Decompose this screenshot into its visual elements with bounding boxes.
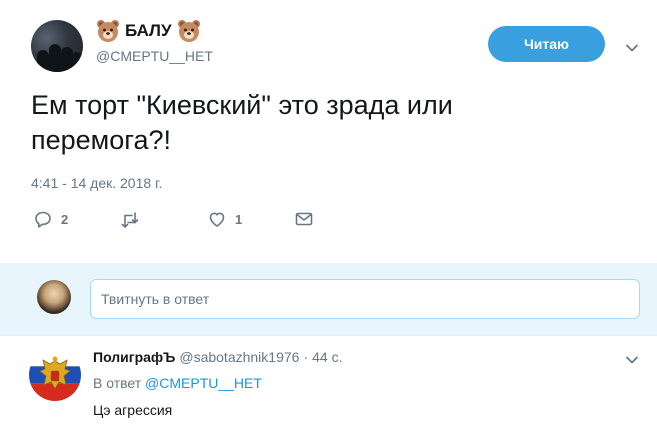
author-name-row[interactable]: БАЛУ bbox=[96, 18, 201, 44]
author-avatar[interactable] bbox=[31, 20, 83, 72]
author-handle[interactable]: @CMEPTU__HET bbox=[96, 48, 213, 64]
chevron-down-icon[interactable] bbox=[624, 40, 640, 56]
message-action[interactable] bbox=[294, 209, 314, 229]
tweet-timestamp[interactable]: 4:41 - 14 дек. 2018 г. bbox=[31, 175, 162, 191]
heart-icon bbox=[209, 212, 225, 227]
bear-face-icon bbox=[177, 20, 200, 42]
author-display-name[interactable]: БАЛУ bbox=[125, 21, 172, 41]
tweet-text: Ем торт "Киевский" это зрада или перемог… bbox=[31, 90, 453, 155]
bear-face-icon bbox=[97, 20, 119, 42]
reply-author-handle[interactable]: @sabotazhnik1976 bbox=[179, 349, 299, 365]
coat-of-arms-icon bbox=[29, 349, 81, 401]
reply-author-avatar[interactable] bbox=[29, 349, 81, 401]
chevron-down-icon[interactable] bbox=[624, 352, 640, 368]
retweet-icon bbox=[121, 212, 139, 228]
divider bbox=[0, 335, 657, 336]
reply-count: 2 bbox=[61, 211, 69, 227]
reply-icon bbox=[35, 211, 51, 228]
current-user-avatar bbox=[37, 280, 71, 314]
following-button[interactable]: Читаю bbox=[488, 26, 605, 62]
like-action[interactable]: 1 bbox=[207, 209, 242, 229]
reply-author-name[interactable]: ПолиграфЪ bbox=[93, 349, 175, 365]
envelope-icon bbox=[295, 212, 313, 226]
in-reply-to: В ответ @CMEPTU__HET bbox=[93, 375, 262, 391]
reply-action[interactable]: 2 bbox=[33, 209, 68, 229]
reply-timestamp[interactable]: 44 с. bbox=[312, 349, 342, 365]
like-count: 1 bbox=[235, 211, 243, 227]
in-reply-prefix: В ответ bbox=[93, 375, 142, 391]
reply-text: Цэ агрессия bbox=[93, 402, 173, 418]
reply-compose-area bbox=[0, 263, 657, 335]
separator-dot: · bbox=[303, 349, 309, 365]
in-reply-mention-link[interactable]: @CMEPTU__HET bbox=[145, 375, 262, 391]
reply-input[interactable] bbox=[90, 279, 640, 319]
retweet-action[interactable] bbox=[120, 209, 148, 229]
reply-header: ПолиграфЪ @sabotazhnik1976 · 44 с. bbox=[93, 349, 342, 365]
